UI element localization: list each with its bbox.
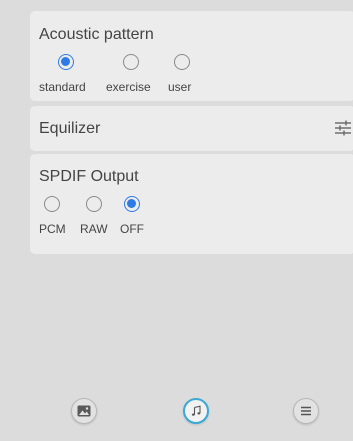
music-button[interactable] xyxy=(183,398,209,424)
sliders-icon[interactable] xyxy=(334,120,352,136)
gallery-button[interactable] xyxy=(71,398,97,424)
menu-button[interactable] xyxy=(293,398,319,424)
label-off: OFF xyxy=(120,222,144,236)
radio-raw[interactable] xyxy=(86,196,102,212)
music-note-icon xyxy=(191,405,201,416)
radio-off[interactable] xyxy=(124,196,140,212)
label-user: user xyxy=(168,80,192,94)
radio-user[interactable] xyxy=(174,54,190,70)
spdif-output-card: SPDIF Output PCM RAW OFF xyxy=(30,154,353,254)
label-standard: standard xyxy=(39,80,86,94)
label-raw: RAW xyxy=(80,222,108,236)
menu-icon xyxy=(301,406,311,416)
acoustic-pattern-title: Acoustic pattern xyxy=(39,26,154,43)
image-icon xyxy=(77,405,91,417)
radio-exercise[interactable] xyxy=(123,54,139,70)
spdif-output-title: SPDIF Output xyxy=(39,168,139,185)
settings-page: Acoustic pattern standard exercise user … xyxy=(0,0,353,441)
equalizer-label: Equilizer xyxy=(39,120,101,137)
acoustic-pattern-card: Acoustic pattern standard exercise user xyxy=(30,11,353,101)
label-exercise: exercise xyxy=(106,80,151,94)
label-pcm: PCM xyxy=(39,222,66,236)
radio-standard[interactable] xyxy=(58,54,74,70)
equalizer-row[interactable]: Equilizer xyxy=(30,106,353,151)
radio-pcm[interactable] xyxy=(44,196,60,212)
